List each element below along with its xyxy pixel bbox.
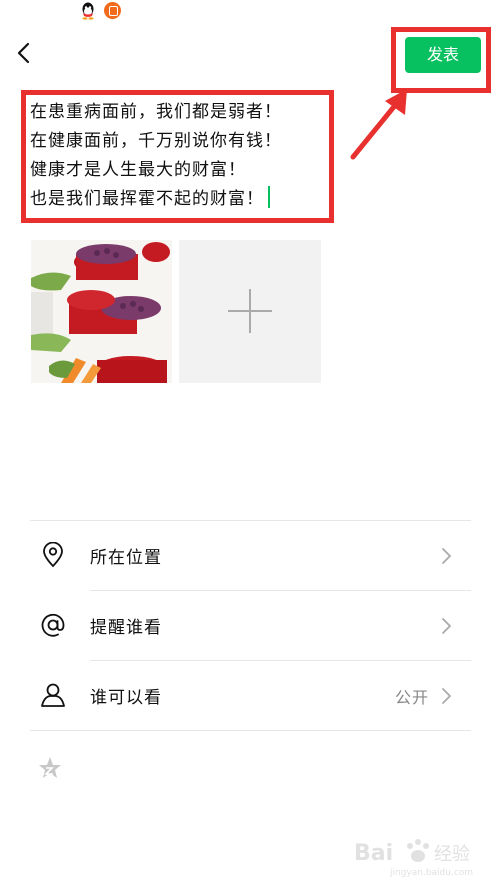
svg-text:jingyan.baidu.com: jingyan.baidu.com bbox=[389, 868, 473, 878]
chevron-right-icon bbox=[442, 618, 451, 634]
option-label: 谁可以看 bbox=[90, 688, 162, 708]
option-visibility[interactable]: 谁可以看 公开 bbox=[0, 660, 501, 730]
qq-icon bbox=[82, 2, 94, 20]
notification-icon bbox=[104, 2, 121, 19]
divider bbox=[30, 730, 471, 731]
photo-thumbnail[interactable] bbox=[31, 240, 172, 383]
add-photo-button[interactable] bbox=[179, 240, 321, 383]
option-mention[interactable]: 提醒谁看 bbox=[0, 590, 501, 660]
option-label: 提醒谁看 bbox=[90, 618, 162, 638]
chevron-right-icon bbox=[442, 548, 451, 564]
baidu-watermark-logo: Bai 经验 jingyan.baidu.com bbox=[354, 839, 473, 878]
post-text-input[interactable]: 在患重病面前，我们都是弱者！ 在健康面前，千万别说你有钱！ 健康才是人生最大的财… bbox=[30, 98, 330, 214]
chevron-right-icon bbox=[442, 688, 451, 704]
at-sign-icon bbox=[41, 613, 65, 637]
chevron-left-icon[interactable] bbox=[12, 38, 36, 68]
status-bar bbox=[0, 0, 501, 24]
svg-text:Bai: Bai bbox=[354, 841, 393, 866]
text-caret bbox=[268, 186, 270, 208]
svg-text:经验: 经验 bbox=[434, 844, 470, 865]
post-text-line-last: 也是我们最挥霍不起的财富！ bbox=[30, 185, 330, 214]
person-icon bbox=[41, 683, 65, 707]
star-icon[interactable] bbox=[37, 755, 63, 781]
location-pin-icon bbox=[43, 542, 63, 568]
post-text-line: 健康才是人生最大的财富！ bbox=[30, 160, 246, 180]
option-label: 所在位置 bbox=[90, 548, 162, 568]
option-location[interactable]: 所在位置 bbox=[0, 520, 501, 590]
post-text-line: 在患重病面前，我们都是弱者！ bbox=[30, 102, 282, 122]
publish-button[interactable]: 发表 bbox=[405, 37, 481, 73]
annotation-arrow bbox=[350, 89, 407, 160]
food-photo-image bbox=[31, 240, 172, 383]
post-text-line: 在健康面前，千万别说你有钱！ bbox=[30, 131, 282, 151]
option-value: 公开 bbox=[394, 688, 429, 707]
